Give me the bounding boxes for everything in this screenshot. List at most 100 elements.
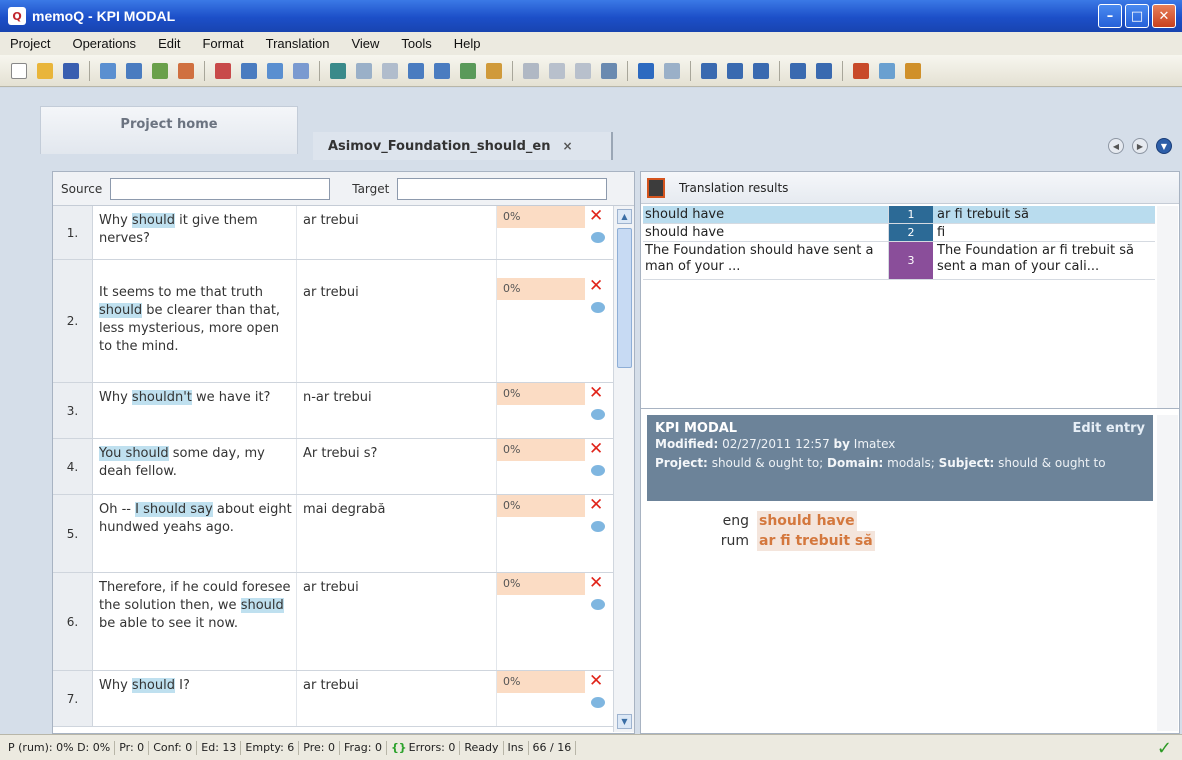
scroll-down-icon[interactable]: ▼ xyxy=(617,714,632,729)
check-icon: ✓ xyxy=(1156,738,1172,759)
import-icon[interactable] xyxy=(100,62,116,79)
underline-icon[interactable] xyxy=(753,62,769,79)
title-bar[interactable]: Q memoQ - KPI MODAL – □ ✕ xyxy=(0,0,1182,32)
language-code: rum xyxy=(720,533,749,549)
menu-translation[interactable]: Translation xyxy=(266,36,330,51)
comment-icon[interactable] xyxy=(591,465,605,476)
target-cell[interactable]: n-ar trebui xyxy=(297,383,497,438)
source-cell[interactable]: Why shouldn't we have it? xyxy=(93,383,297,438)
source-cell[interactable]: Oh -- I should say about eight hundwed y… xyxy=(93,495,297,572)
menu-operations[interactable]: Operations xyxy=(72,36,136,51)
menu-project[interactable]: Project xyxy=(10,36,50,51)
target-cell[interactable]: ar trebui xyxy=(297,671,497,726)
confirm-icon[interactable] xyxy=(460,62,476,79)
open-folder-icon[interactable] xyxy=(37,62,53,79)
segment-row[interactable]: 1. Why should it give them nerves? ar tr… xyxy=(53,206,613,260)
grid-scrollbar[interactable]: ▲ ▼ xyxy=(613,206,634,732)
target-cell[interactable]: ar trebui xyxy=(297,206,497,259)
source-cell[interactable]: Therefore, if he could foresee the solut… xyxy=(93,573,297,670)
cut-icon[interactable] xyxy=(523,62,539,79)
maximize-button[interactable]: □ xyxy=(1125,4,1149,28)
disabled-tool-icon[interactable] xyxy=(382,62,398,79)
term-text[interactable]: should have xyxy=(757,511,857,531)
undo-icon[interactable] xyxy=(638,62,654,79)
pretranslate-icon[interactable] xyxy=(330,62,346,79)
redo-icon[interactable] xyxy=(664,62,680,79)
source-cell[interactable]: It seems to me that truth should be clea… xyxy=(93,260,297,382)
proofread-count: Pr: 0 xyxy=(115,740,150,755)
bold-icon[interactable] xyxy=(701,62,717,79)
target-cell[interactable]: ar trebui xyxy=(297,573,497,670)
target-cell[interactable]: Ar trebui s? xyxy=(297,439,497,494)
refresh-icon[interactable] xyxy=(356,62,372,79)
tab-close-icon[interactable]: × xyxy=(562,139,572,153)
document-icon[interactable] xyxy=(293,62,309,79)
segment-status: 0% ✕ xyxy=(497,383,613,438)
comment-icon[interactable] xyxy=(591,599,605,610)
term-base-icon[interactable] xyxy=(267,62,283,79)
segment-row[interactable]: 6. Therefore, if he could foresee the so… xyxy=(53,573,613,671)
copy-source-icon[interactable] xyxy=(486,62,502,79)
paste-icon[interactable] xyxy=(575,62,591,79)
braces-icon[interactable] xyxy=(816,62,832,79)
export-icon[interactable] xyxy=(178,62,194,79)
segment-row[interactable]: 3. Why shouldn't we have it? n-ar trebui… xyxy=(53,383,613,439)
result-target: The Foundation ar fi trebuit să sent a m… xyxy=(937,243,1134,274)
comment-icon[interactable] xyxy=(591,232,605,243)
source-cell[interactable]: You should some day, my deah fellow. xyxy=(93,439,297,494)
comment-icon[interactable] xyxy=(591,302,605,313)
translation-memory-icon[interactable] xyxy=(241,62,257,79)
comment-icon[interactable] xyxy=(591,697,605,708)
source-filter-input[interactable] xyxy=(110,177,331,200)
term-text[interactable]: ar fi trebuit să xyxy=(757,531,875,551)
toolbar-separator xyxy=(779,60,780,81)
comment-icon[interactable] xyxy=(591,521,605,532)
result-row[interactable]: should have 2 fi xyxy=(643,224,1155,242)
segment-row[interactable]: 2. It seems to me that truth should be c… xyxy=(53,260,613,383)
next-tab-icon[interactable]: ▶ xyxy=(1132,138,1148,154)
target-filter-input[interactable] xyxy=(397,177,608,200)
italic-icon[interactable] xyxy=(727,62,743,79)
users-icon[interactable] xyxy=(152,62,168,79)
scroll-thumb[interactable] xyxy=(617,228,632,368)
segment-row[interactable]: 5. Oh -- I should say about eight hundwe… xyxy=(53,495,613,573)
copy-icon[interactable] xyxy=(549,62,565,79)
close-button[interactable]: ✕ xyxy=(1152,4,1176,28)
menu-tools[interactable]: Tools xyxy=(401,36,431,51)
tab-document[interactable]: Asimov_Foundation_should_en × xyxy=(313,132,613,160)
segment-row[interactable]: 7. Why should I? ar trebui 0% ✕ xyxy=(53,671,613,727)
tab-list-icon[interactable]: ▼ xyxy=(1156,138,1172,154)
lookup-icon[interactable] xyxy=(853,62,869,79)
term-entry-scrollbar[interactable] xyxy=(1157,415,1178,731)
target-cell[interactable]: ar trebui xyxy=(297,260,497,382)
menu-help[interactable]: Help xyxy=(454,36,481,51)
toolbar-separator xyxy=(204,60,205,81)
quick-add-icon[interactable] xyxy=(905,62,921,79)
tag-icon[interactable] xyxy=(790,62,806,79)
statistics-icon[interactable] xyxy=(215,62,231,79)
join-segments-icon[interactable] xyxy=(408,62,424,79)
split-segment-icon[interactable] xyxy=(434,62,450,79)
scroll-up-icon[interactable]: ▲ xyxy=(617,209,632,224)
previous-tab-icon[interactable]: ◀ xyxy=(1108,138,1124,154)
tab-project-home[interactable]: Project home xyxy=(40,106,298,154)
errors-status[interactable]: {} Errors: 0 xyxy=(387,740,461,755)
edit-entry-link[interactable]: Edit entry xyxy=(1072,421,1145,436)
format-painter-icon[interactable] xyxy=(601,62,617,79)
minimize-button[interactable]: – xyxy=(1098,4,1122,28)
save-icon[interactable] xyxy=(63,62,79,79)
add-term-icon[interactable] xyxy=(879,62,895,79)
sort-icon[interactable] xyxy=(126,62,142,79)
source-cell[interactable]: Why should I? xyxy=(93,671,297,726)
result-row[interactable]: The Foundation should have sent a man of… xyxy=(643,242,1155,280)
menu-view[interactable]: View xyxy=(351,36,379,51)
segment-status: 0% ✕ xyxy=(497,495,613,572)
menu-format[interactable]: Format xyxy=(202,36,243,51)
comment-icon[interactable] xyxy=(591,409,605,420)
result-row[interactable]: should have 1 ar fi trebuit să xyxy=(643,206,1155,224)
source-cell[interactable]: Why should it give them nerves? xyxy=(93,206,297,259)
target-cell[interactable]: mai degrabă xyxy=(297,495,497,572)
menu-edit[interactable]: Edit xyxy=(158,36,180,51)
segment-row[interactable]: 4. You should some day, my deah fellow. … xyxy=(53,439,613,495)
new-document-icon[interactable] xyxy=(11,62,27,79)
